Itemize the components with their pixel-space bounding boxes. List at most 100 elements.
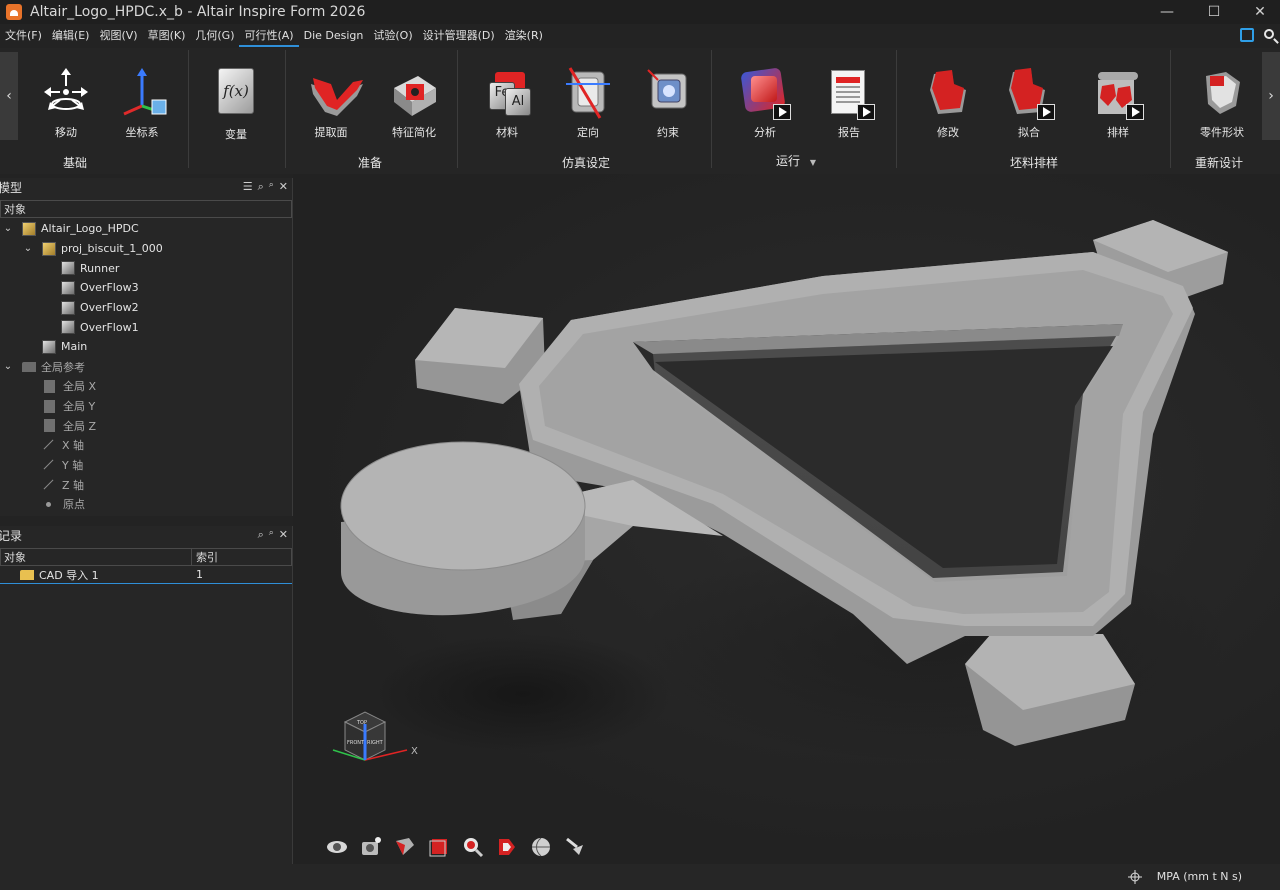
collapse-chevron-icon[interactable]: ⌄ (22, 243, 34, 254)
tree-row-overflow2[interactable]: OverFlow2 (0, 298, 292, 318)
3d-view-icon[interactable] (495, 835, 519, 859)
globe-icon[interactable] (529, 835, 553, 859)
search-icon[interactable]: ⌕ (269, 180, 274, 194)
nest-tool-button[interactable]: 排样 (1080, 66, 1156, 140)
tree-label: Runner (80, 261, 120, 275)
simplify-features-tool-button[interactable]: 特征简化 (376, 66, 452, 140)
find-icon[interactable]: ⌕ (258, 528, 264, 542)
modify-label: 修改 (937, 126, 959, 139)
list-view-icon[interactable]: ☰ (243, 180, 253, 194)
constraint-tool-button[interactable]: 约束 (630, 66, 706, 140)
plane-icon (44, 419, 55, 433)
coordinate-system-tool-button[interactable]: 坐标系 (104, 66, 180, 140)
viewcube-front-label[interactable]: FRONT (347, 740, 365, 746)
report-tool-button[interactable]: 报告 (811, 66, 887, 140)
tree-row-global-x[interactable]: 全局 X (0, 377, 292, 397)
tree-row-y-axis[interactable]: Y 轴 (0, 455, 292, 475)
ribbon-scroll-right-button[interactable]: › (1262, 52, 1280, 140)
part-icon (42, 339, 56, 354)
tree-row-global-z[interactable]: 全局 Z (0, 416, 292, 436)
close-button[interactable]: ✕ (1237, 0, 1280, 24)
tree-row-altair-logo-hpdc[interactable]: ⌄ Altair_Logo_HPDC (0, 219, 292, 239)
menu-die-design[interactable]: Die Design (299, 25, 369, 47)
crosshair-icon[interactable] (1128, 870, 1142, 884)
menu-view[interactable]: 视图(V) (94, 25, 142, 47)
visibility-icon[interactable] (325, 835, 349, 859)
units-selector[interactable]: MPA (mm t N s) (1157, 870, 1242, 883)
viewcube-y-axis-label: Y (327, 746, 328, 757)
tree-row-origin[interactable]: 原点 (0, 495, 292, 515)
part-shape-tool-button[interactable]: 零件形状 (1184, 66, 1260, 140)
history-object-column[interactable]: 对象 (4, 549, 192, 565)
nest-icon (1092, 66, 1144, 120)
analyze-label: 分析 (754, 126, 776, 139)
history-row[interactable]: CAD 导入 1 1 (0, 566, 292, 584)
view-cube[interactable]: TOP FRONT RIGHT X Y (320, 704, 427, 784)
tree-label: 全局参考 (41, 360, 85, 374)
zoom-fit-icon[interactable] (461, 835, 485, 859)
material-tool-button[interactable]: Fe Al 材料 (469, 66, 545, 140)
assembly-icon (42, 241, 56, 256)
search-icon[interactable]: ⌕ (269, 528, 274, 542)
model-column-header[interactable]: 对象 (0, 200, 292, 218)
tree-row-main[interactable]: Main (0, 337, 292, 357)
run-badge-icon (773, 104, 791, 120)
model-browser-panel: 模型 ☰ ⌕ ⌕ ✕ 对象 ⌄ Altair_Logo_HPDC ⌄ proj_… (0, 178, 293, 516)
collapse-chevron-icon[interactable]: ⌄ (2, 223, 14, 234)
menu-file[interactable]: 文件(F) (0, 25, 47, 47)
modify-tool-button[interactable]: 修改 (910, 66, 986, 140)
close-panel-icon[interactable]: ✕ (279, 180, 288, 194)
fit-tool-button[interactable]: 拟合 (991, 66, 1067, 140)
3d-viewport[interactable]: TOP FRONT RIGHT X Y (293, 174, 1280, 864)
find-icon[interactable]: ⌕ (258, 180, 264, 194)
tree-row-global-reference[interactable]: ⌄ 全局参考 (0, 357, 292, 377)
viewcube-right-label[interactable]: RIGHT (367, 740, 384, 746)
run-dropdown-icon[interactable]: ▼ (810, 158, 816, 167)
light-icon[interactable] (563, 835, 587, 859)
history-index-column[interactable]: 索引 (196, 549, 218, 565)
menu-render[interactable]: 渲染(R) (500, 25, 548, 47)
variable-tool-button[interactable]: f(x) 变量 (198, 66, 274, 142)
menu-design-manager[interactable]: 设计管理器(D) (418, 25, 500, 47)
group-separator (1170, 50, 1171, 168)
tree-row-z-axis[interactable]: Z 轴 (0, 475, 292, 495)
feedback-icon[interactable] (1240, 28, 1254, 42)
collapse-chevron-icon[interactable]: ⌄ (2, 361, 14, 372)
menu-feasibility[interactable]: 可行性(A) (239, 25, 299, 47)
folder-icon (22, 361, 36, 372)
tree-row-x-axis[interactable]: X 轴 (0, 436, 292, 456)
menu-sketch[interactable]: 草图(K) (143, 25, 191, 47)
close-panel-icon[interactable]: ✕ (279, 528, 288, 542)
variable-glyph: f(x) (223, 82, 249, 100)
tree-label: OverFlow2 (80, 301, 139, 315)
viewcube-top-label[interactable]: TOP (356, 720, 367, 726)
plane-icon (44, 379, 55, 393)
group-redesign-label: 重新设计 (1194, 156, 1244, 170)
history-index-cell: 1 (196, 568, 203, 581)
history-panel: 记录 ⌕ ⌕ ✕ 对象 索引 CAD 导入 1 1 (0, 526, 293, 864)
menu-geometry[interactable]: 几何(G) (190, 25, 239, 47)
render-mode-icon[interactable] (427, 835, 451, 859)
extract-face-tool-button[interactable]: 提取面 (293, 66, 369, 140)
section-cut-icon[interactable] (393, 835, 417, 859)
tree-row-overflow3[interactable]: OverFlow3 (0, 278, 292, 298)
menu-experiment[interactable]: 试验(O) (368, 25, 417, 47)
analyze-tool-button[interactable]: 分析 (727, 66, 803, 140)
camera-icon[interactable] (359, 835, 383, 859)
run-badge-icon (1126, 104, 1144, 120)
group-run-label[interactable]: 运行 ▼ (776, 152, 816, 169)
search-icon[interactable] (1264, 29, 1274, 39)
maximize-button[interactable]: ☐ (1191, 0, 1237, 24)
menu-edit[interactable]: 编辑(E) (47, 25, 95, 47)
move-tool-button[interactable]: 移动 (28, 66, 104, 140)
ribbon-scroll-left-button[interactable]: ‹ (0, 52, 18, 140)
orient-tool-button[interactable]: 定向 (550, 66, 626, 140)
minimize-button[interactable]: — (1144, 0, 1190, 24)
tree-row-global-y[interactable]: 全局 Y (0, 396, 292, 416)
tree-row-runner[interactable]: Runner (0, 258, 292, 278)
tree-row-overflow1[interactable]: OverFlow1 (0, 317, 292, 337)
tree-row-proj-biscuit[interactable]: ⌄ proj_biscuit_1_000 (0, 239, 292, 259)
fit-icon (1003, 66, 1055, 120)
casting-model[interactable] (293, 174, 1280, 864)
group-separator (285, 50, 286, 168)
